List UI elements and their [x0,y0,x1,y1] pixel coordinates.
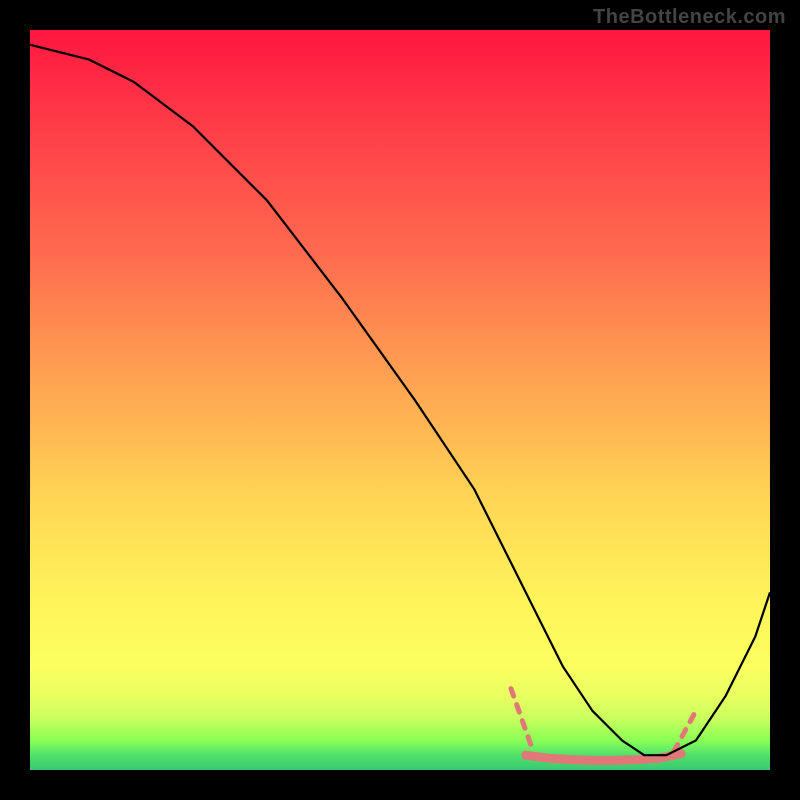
watermark-label: TheBottleneck.com [593,6,786,29]
emphasis-down-dash [511,689,533,752]
plot-area [30,30,770,770]
curve-line [30,45,770,755]
plot-svg [30,30,770,770]
chart-container: TheBottleneck.com [0,0,800,800]
